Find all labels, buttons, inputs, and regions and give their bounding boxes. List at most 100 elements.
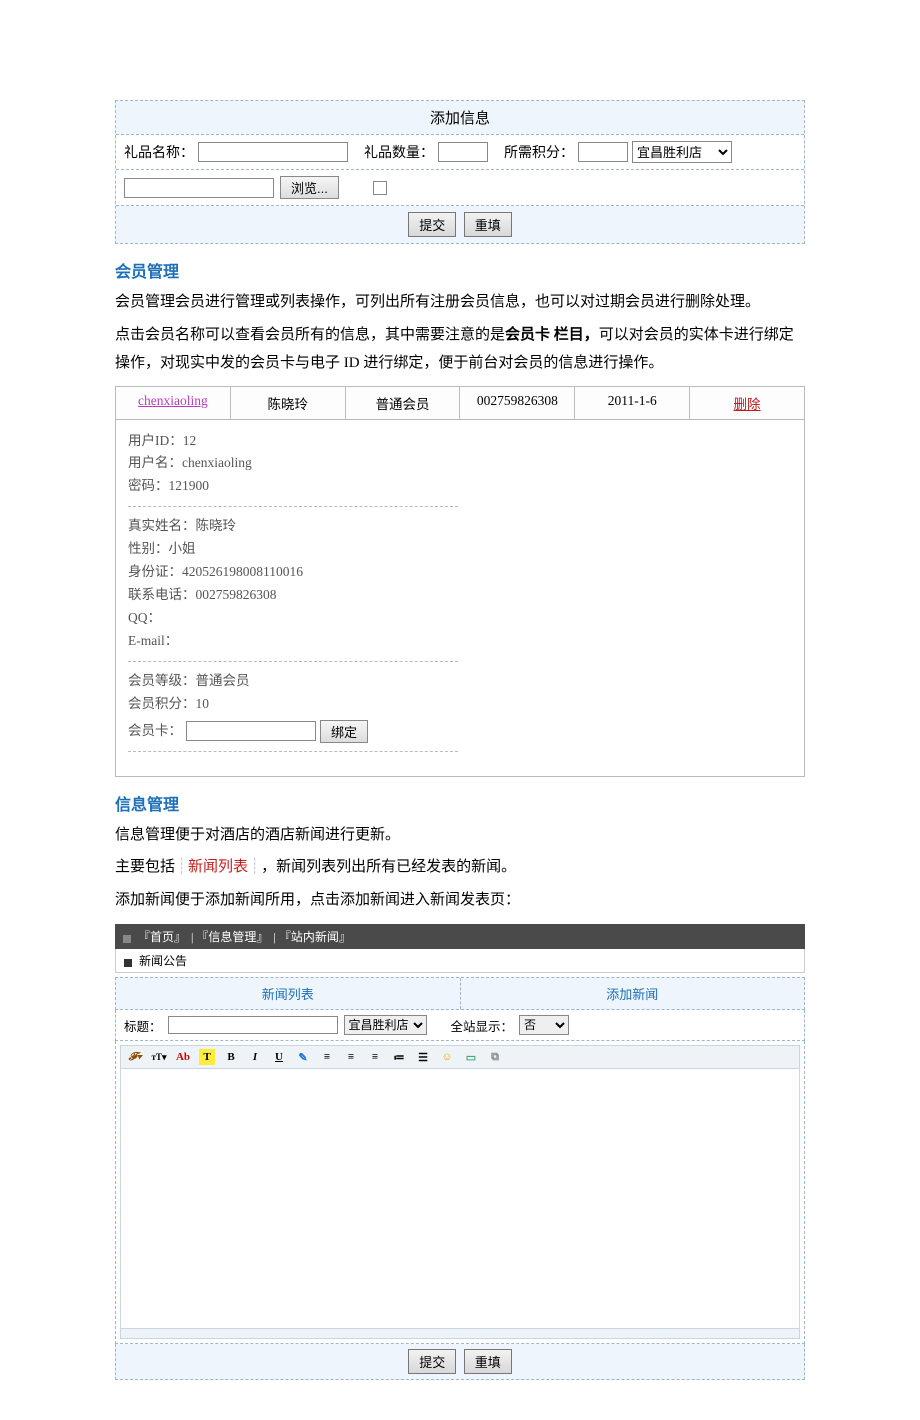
points-label: 所需积分： [504,142,574,162]
align-right-icon[interactable]: ≡ [367,1049,383,1065]
points-input[interactable] [578,142,628,162]
add-info-row-browse: 浏览... [116,170,804,206]
news-form-row: 标题： 宜昌胜利店 全站显示： 否 [115,1010,805,1041]
member-date-cell: 2011-1-6 [575,387,690,419]
card-input[interactable] [186,721,316,741]
mb-l3: 密码：121900 [128,475,792,498]
mb-l2: 用户名：chenxiaoling [128,452,792,475]
global-show-label: 全站显示： [451,1016,514,1035]
global-show-select[interactable]: 否 [519,1015,569,1035]
info-para-1: 信息管理便于对酒店的酒店新闻进行更新。 [115,821,805,850]
news-subbar-label: 新闻公告 [139,954,187,968]
list-ul-icon[interactable]: ☰ [415,1049,431,1065]
section-member-title: 会员管理 [115,258,805,282]
emoji-icon[interactable]: ☺ [439,1049,455,1065]
bind-button[interactable]: 绑定 [320,720,368,743]
news-reset-button[interactable]: 重填 [464,1349,512,1374]
brush-icon[interactable]: ✎ [295,1049,311,1065]
member-para-2: 点击会员名称可以查看会员所有的信息，其中需要注意的是会员卡 栏目，可以对会员的实… [115,321,805,378]
font-family-icon[interactable]: 𝓕▾ [127,1049,143,1065]
gift-qty-label: 礼品数量： [364,142,434,162]
info-para-2: 主要包括┊新闻列表┊，新闻列表列出所有已经发表的新闻。 [115,853,805,882]
font-size-icon[interactable]: ᴛT▾ [151,1049,167,1065]
member-para-1: 会员管理会员进行管理或列表操作，可列出所有注册会员信息，也可以对过期会员进行删除… [115,288,805,317]
card-bind-row: 会员卡： 绑定 [128,720,792,743]
mb-l11: 会员积分：10 [128,693,792,716]
news-title-input[interactable] [168,1016,338,1034]
member-delete-cell: 删除 [690,387,804,419]
section-info-title: 信息管理 [115,791,805,815]
member-username-cell: chenxiaoling [116,387,231,419]
link-icon[interactable]: ⧉ [487,1049,503,1065]
member-username-link[interactable]: chenxiaoling [138,393,208,408]
add-info-panel: 添加信息 礼品名称： 礼品数量： 所需积分： 宜昌胜利店 浏览... 提交 重填 [115,100,805,244]
news-panel: 『首页』 | 『信息管理』 | 『站内新闻』 新闻公告 新闻列表 添加新闻 标题… [115,924,805,1380]
divider-1 [128,506,458,507]
mb-l1: 用户ID：12 [128,430,792,453]
gift-qty-input[interactable] [438,142,488,162]
list-ol-icon[interactable]: ≔ [391,1049,407,1065]
member-delete-link[interactable]: 删除 [734,397,761,412]
checkbox-icon[interactable] [373,181,387,195]
align-left-icon[interactable]: ≡ [319,1049,335,1065]
italic-icon[interactable]: I [247,1049,263,1065]
card-label: 会员卡： [128,720,182,743]
font-color-icon[interactable]: Ab [175,1049,191,1065]
bread-sitenews[interactable]: 『站内新闻』 [279,930,351,944]
info-p2b: 新闻列表 [188,859,248,875]
editor-toolbar: 𝓕▾ ᴛT▾ Ab T B I U ✎ ≡ ≡ ≡ ≔ ☰ ☺ ▭ ⧉ [120,1045,800,1069]
square-icon [123,935,131,943]
mb-l9: E-mail： [128,630,792,653]
news-submit-button[interactable]: 提交 [408,1349,456,1374]
gift-name-label: 礼品名称： [124,142,194,162]
member-detail-box: chenxiaoling 陈晓玲 普通会员 002759826308 2011-… [115,386,805,777]
news-breadcrumb-bar: 『首页』 | 『信息管理』 | 『站内新闻』 [115,924,805,949]
mb-l8: QQ： [128,607,792,630]
divider-3 [128,751,458,752]
mb-l7: 联系电话：002759826308 [128,584,792,607]
align-center-icon[interactable]: ≡ [343,1049,359,1065]
browse-button[interactable]: 浏览... [280,176,339,199]
mb-l10: 会员等级：普通会员 [128,670,792,693]
highlight-icon[interactable]: T [199,1049,215,1065]
divider-2 [128,661,458,662]
news-button-row: 提交 重填 [115,1344,805,1380]
sep-r: ┊ [250,859,259,875]
editor-textarea[interactable] [120,1069,800,1329]
underline-icon[interactable]: U [271,1049,287,1065]
info-p2c: ，新闻列表列出所有已经发表的新闻。 [261,859,516,875]
add-info-header: 添加信息 [116,101,804,135]
news-title-label: 标题： [124,1016,162,1035]
bold-icon[interactable]: B [223,1049,239,1065]
mb-l5: 性别：小姐 [128,538,792,561]
info-para-3: 添加新闻便于添加新闻所用，点击添加新闻进入新闻发表页： [115,886,805,915]
submit-button[interactable]: 提交 [408,212,456,237]
tab-news-list[interactable]: 新闻列表 [116,978,461,1009]
gift-name-input[interactable] [198,142,348,162]
reset-button[interactable]: 重填 [464,212,512,237]
member-phone-cell: 002759826308 [460,387,575,419]
add-info-footer: 提交 重填 [116,206,804,243]
editor-wrap: 𝓕▾ ᴛT▾ Ab T B I U ✎ ≡ ≡ ≡ ≔ ☰ ☺ ▭ ⧉ [115,1041,805,1344]
member-body: 用户ID：12 用户名：chenxiaoling 密码：121900 真实姓名：… [116,420,804,776]
info-p2a: 主要包括 [115,859,175,875]
sep-l: ┊ [177,859,186,875]
news-tabs: 新闻列表 添加新闻 [115,977,805,1010]
mb-l4: 真实姓名：陈晓玲 [128,515,792,538]
mb-l6: 身份证：420526198008110016 [128,561,792,584]
news-store-select[interactable]: 宜昌胜利店 [344,1015,427,1035]
member-p2b: 会员卡 栏目， [505,327,599,343]
member-head-row: chenxiaoling 陈晓玲 普通会员 002759826308 2011-… [116,387,804,420]
store-select[interactable]: 宜昌胜利店 [632,141,732,163]
square2-icon [124,959,132,967]
tab-add-news[interactable]: 添加新闻 [461,978,805,1009]
bread-infomgmt[interactable]: 『信息管理』 [196,930,268,944]
image-icon[interactable]: ▭ [463,1049,479,1065]
add-info-row-fields: 礼品名称： 礼品数量： 所需积分： 宜昌胜利店 [116,135,804,170]
editor-footer-bar [120,1329,800,1339]
news-subbar: 新闻公告 [115,949,805,973]
member-level-cell: 普通会员 [346,387,461,419]
member-realname-cell: 陈晓玲 [231,387,346,419]
file-path-input[interactable] [124,178,274,198]
bread-home[interactable]: 『首页』 [138,930,186,944]
